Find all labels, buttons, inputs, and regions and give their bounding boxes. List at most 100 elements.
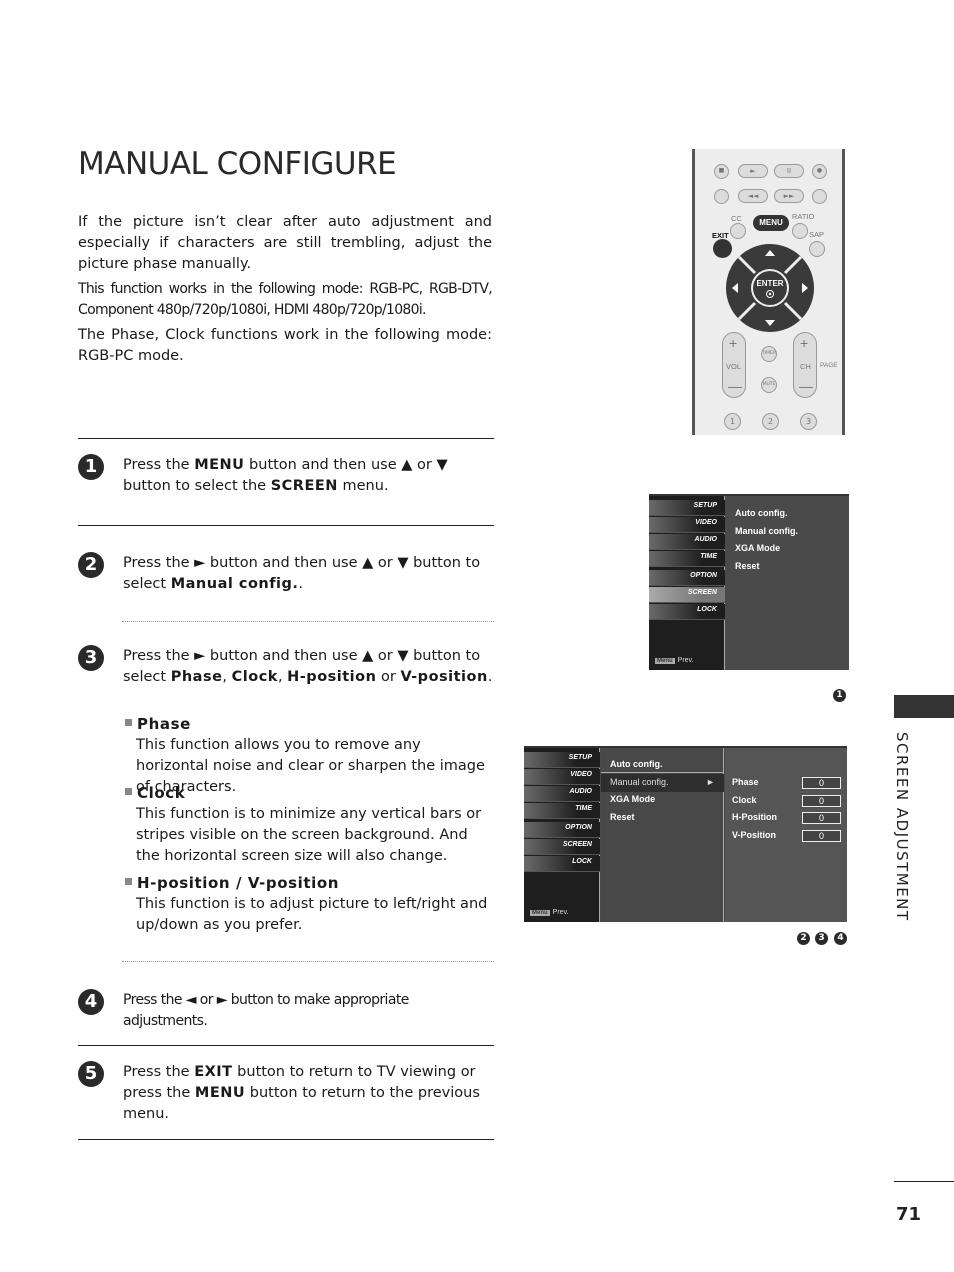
minus-icon: — <box>728 378 742 394</box>
callout-badge: 1 <box>833 689 846 702</box>
text: . <box>298 576 304 592</box>
osd-sidebar-item: AUDIO <box>649 534 725 550</box>
keyword: MENU <box>194 457 245 473</box>
number-button: 3 <box>800 413 817 430</box>
ch-label: CH <box>800 362 811 371</box>
text: or <box>376 669 401 685</box>
timer-button: TIMER <box>761 346 777 362</box>
subitem-title: Clock <box>137 784 186 802</box>
step-text: Press the EXIT button to return to TV vi… <box>123 1062 493 1125</box>
step-number: 3 <box>78 645 104 671</box>
menu-key-icon: Menu <box>530 910 550 916</box>
osd-middle-panel: Auto config. Manual config. ► XGA Mode Re… <box>601 748 724 922</box>
text: , <box>222 669 232 685</box>
fast-forward-button: ►► <box>774 189 804 203</box>
divider <box>78 1045 494 1046</box>
osd-sidebar-item: TIME <box>649 551 725 567</box>
intro-paragraph: The Phase, Clock functions work in the f… <box>78 327 492 364</box>
subitem-description: This function is to minimize any vertica… <box>136 806 482 864</box>
keyword: EXIT <box>194 1064 233 1080</box>
osd-item: Auto config. <box>735 508 788 518</box>
skip-back-button <box>714 189 729 204</box>
keyword: Manual config. <box>170 576 299 592</box>
osd-screen-menu: SETUP VIDEO AUDIO TIME OPTION SCREEN LOC… <box>649 494 849 670</box>
osd-sidebar-item: VIDEO <box>649 517 725 533</box>
step-number: 1 <box>78 454 104 480</box>
osd-item: XGA Mode <box>735 543 781 553</box>
osd-sidebar-item: AUDIO <box>524 786 600 802</box>
keyword: H-position <box>287 669 377 685</box>
channel-rocker: + CH — <box>793 332 817 398</box>
osd-item-selected: Manual config. ► <box>610 776 715 787</box>
osd-item: Auto config. <box>610 759 663 769</box>
subitem-description: This function is to adjust picture to le… <box>136 896 488 933</box>
intro-text: If the picture isn’t clear after auto ad… <box>78 212 493 371</box>
page-label: PAGE <box>820 362 838 369</box>
step-number: 5 <box>78 1061 104 1087</box>
osd-setting-row: Clock 0 <box>732 794 842 813</box>
keyword: Clock <box>231 669 278 685</box>
osd-item: Reset <box>735 560 760 571</box>
enter-label: ENTER <box>756 279 783 288</box>
callout-badge: 2 <box>797 932 810 945</box>
osd-footer: Menu Prev. <box>655 657 694 664</box>
keyword: SCREEN <box>270 478 338 494</box>
section-tab-label: SCREEN ADJUSTMENT <box>893 732 911 922</box>
osd-item: Manual config. <box>735 525 798 536</box>
osd-sidebar-item: VIDEO <box>524 769 600 785</box>
ratio-button <box>792 223 808 239</box>
osd-sidebar-item-active: SCREEN <box>649 587 725 603</box>
menu-button: MENU <box>753 215 789 231</box>
cc-button <box>730 223 746 239</box>
ratio-label: RATIO <box>792 212 815 221</box>
keyword: Phase <box>170 669 223 685</box>
divider <box>78 525 494 526</box>
step-text: Press the MENU button and then use ▲ or … <box>123 455 493 497</box>
mute-button: MUTE <box>761 377 777 393</box>
stop-button: ■ <box>714 164 729 179</box>
setting-value: 0 <box>802 829 841 842</box>
keyword: MENU <box>194 1085 246 1101</box>
step-text: Press the ► button and then use ▲ or ▼ b… <box>123 553 493 595</box>
cc-label: CC <box>731 214 742 223</box>
intro-paragraph: This function works in the following mod… <box>78 281 493 318</box>
divider <box>78 1139 494 1140</box>
right-arrow-icon: ► <box>706 776 715 787</box>
bullet-square-icon <box>125 719 132 726</box>
text: , <box>277 669 288 685</box>
step-text: Press the ► button and then use ▲ or ▼ b… <box>123 646 493 688</box>
text: Press the <box>123 457 195 473</box>
bullet-square-icon <box>125 878 132 885</box>
osd-item: XGA Mode <box>610 794 656 804</box>
osd-settings-panel: Phase 0 Clock 0 H-Position 0 V-Position 0 <box>725 748 847 922</box>
step-number: 4 <box>78 989 104 1015</box>
number-button: 2 <box>762 413 779 430</box>
step-text: Press the ◄ or ► button to make appropri… <box>123 992 409 1029</box>
rewind-button: ◄◄ <box>738 189 768 203</box>
subitem-heading: H-position / V-position <box>125 873 495 894</box>
keyword: V-position <box>400 669 488 685</box>
dotted-divider <box>122 961 494 962</box>
dpad: ENTER <box>726 244 814 332</box>
skip-forward-button <box>812 189 827 204</box>
play-button: ► <box>738 164 768 178</box>
section-tab-marker <box>894 695 954 718</box>
dotted-divider <box>122 621 494 622</box>
setting-value: 0 <box>802 777 841 789</box>
subitem-clock: Clock This function is to minimize any v… <box>125 783 495 867</box>
osd-settings-list: Phase 0 Clock 0 H-Position 0 V-Position 0 <box>732 777 842 847</box>
intro-paragraph: If the picture isn’t clear after auto ad… <box>78 214 492 272</box>
subitem-heading: Clock <box>125 783 495 804</box>
volume-rocker: + VOL — <box>722 332 746 398</box>
osd-sidebar: SETUP VIDEO AUDIO TIME OPTION SCREEN LOC… <box>649 496 725 670</box>
subitem-position: H-position / V-position This function is… <box>125 873 495 936</box>
bullet-square-icon <box>125 788 132 795</box>
text: Press the <box>123 1064 195 1080</box>
text: . <box>487 669 493 685</box>
subitem-heading: Phase <box>125 714 495 735</box>
text: menu. <box>337 478 389 494</box>
vol-label: VOL <box>726 362 742 371</box>
osd-item-list: Auto config. Manual config. ► XGA Mode Re… <box>610 759 715 829</box>
menu-key-icon: Menu <box>655 658 675 664</box>
osd-sidebar-item: OPTION <box>649 570 725 586</box>
